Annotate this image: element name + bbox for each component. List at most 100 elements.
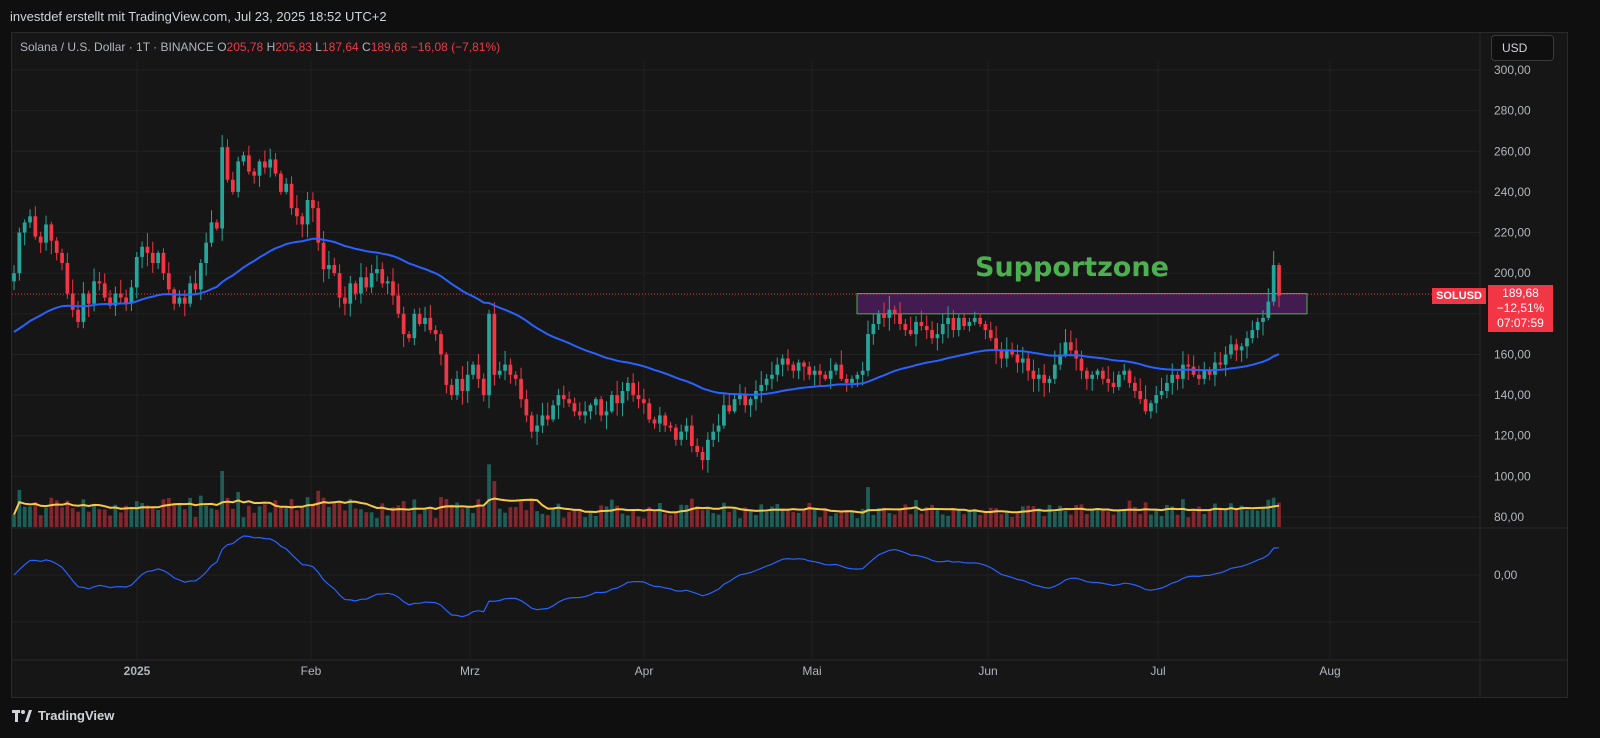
candle-body [946,317,950,324]
volume-bar [60,507,64,527]
volume-bar [828,516,833,527]
candle-body [738,395,742,400]
candle-body [295,208,299,217]
candle-body [860,370,865,375]
candle-body [230,179,235,192]
price-chart[interactable]: 300,00280,00260,00240,00220,00200,00180,… [0,0,1600,738]
volume-bar [70,508,75,527]
volume-bar [727,511,732,527]
tradingview-logo[interactable]: TradingView [12,708,114,723]
symbol-name: Solana / U.S. Dollar · 1T · BINANCE [20,40,214,54]
candle-body [535,425,539,432]
volume-bar [1031,506,1036,527]
candle-body [1036,374,1041,379]
candle-body [1245,338,1249,347]
volume-bar [732,507,737,527]
candle-body [1271,265,1276,302]
candle-body [145,246,150,253]
volume-bar [22,506,27,527]
last-change: −12,51% [1496,301,1545,315]
candle-body [561,395,566,400]
support-zone-box[interactable] [856,293,1308,315]
volume-bar [593,516,598,527]
candle-body [17,232,22,274]
volume-bar [337,501,342,527]
candle-body [775,364,780,375]
volume-bar [1042,516,1047,527]
symbol-legend: Solana / U.S. Dollar · 1T · BINANCE O205… [20,40,500,54]
candle-body [22,222,27,233]
volume-bar [439,497,443,527]
candle-body [1154,395,1159,404]
price-axis-label: 140,00 [1494,388,1531,402]
volume-bar [49,497,54,527]
candle-body [177,297,182,304]
volume-bar [951,508,956,527]
candle-body [1213,362,1217,375]
candle-body [273,159,278,174]
candle-body [876,313,881,324]
close-value: 189,68 [370,40,408,54]
volume-bar [962,514,966,527]
volume-bar [17,489,22,527]
candle-body [156,252,160,264]
volume-bar [1149,514,1153,527]
volume-bar [375,518,379,527]
candle-body [770,374,774,379]
candle-body [305,200,310,225]
volume-bar [609,499,614,527]
volume-bar [818,517,822,527]
candle-body [364,277,369,288]
volume-bar [1090,509,1095,527]
volume-bar [1004,512,1009,527]
candle-body [545,415,550,420]
candle-body [1218,362,1223,365]
volume-bar [599,505,603,527]
volume-bar [177,503,182,527]
volume-bar [695,506,700,527]
volume-bar [1084,513,1089,527]
volume-bar [300,506,305,527]
volume-bar [108,515,112,527]
volume-bar [983,512,988,527]
volume-bar [967,511,972,527]
candle-body [97,281,102,284]
candle-body [914,321,918,335]
candle-body [1100,370,1105,379]
support-zone-label: Supportzone [975,252,1169,283]
candle-body [449,384,454,396]
candle-body [385,281,390,284]
volume-bar [369,512,374,527]
candle-body [1042,374,1047,383]
volume-bar [519,501,523,527]
volume-bar [812,509,817,527]
candle-body [1063,342,1068,355]
volume-bar [295,510,299,527]
volume-bar [513,507,518,527]
volume-bar [839,512,844,527]
candle-body [951,317,956,331]
volume-bar [1095,509,1100,527]
volume-bar [604,506,609,527]
currency-button[interactable]: USD [1491,35,1554,61]
volume-bar [44,507,48,527]
candle-body [940,323,945,335]
candle-body [898,313,902,324]
volume-bar [690,498,694,527]
candle-body [1095,370,1100,375]
candle-body [978,317,982,324]
candle-body [647,403,652,420]
candle-body [289,183,294,209]
volume-bar [1250,509,1255,527]
volume-bar [497,508,502,527]
volume-bar [636,516,641,527]
candle-body [246,155,251,172]
volume-bar [1100,510,1105,527]
candle-body [60,252,64,264]
candle-body [786,358,790,365]
candle-body [428,317,433,331]
candle-body [818,370,822,375]
volume-bar [257,506,262,527]
candle-body [812,370,817,375]
candle-body [193,283,198,290]
